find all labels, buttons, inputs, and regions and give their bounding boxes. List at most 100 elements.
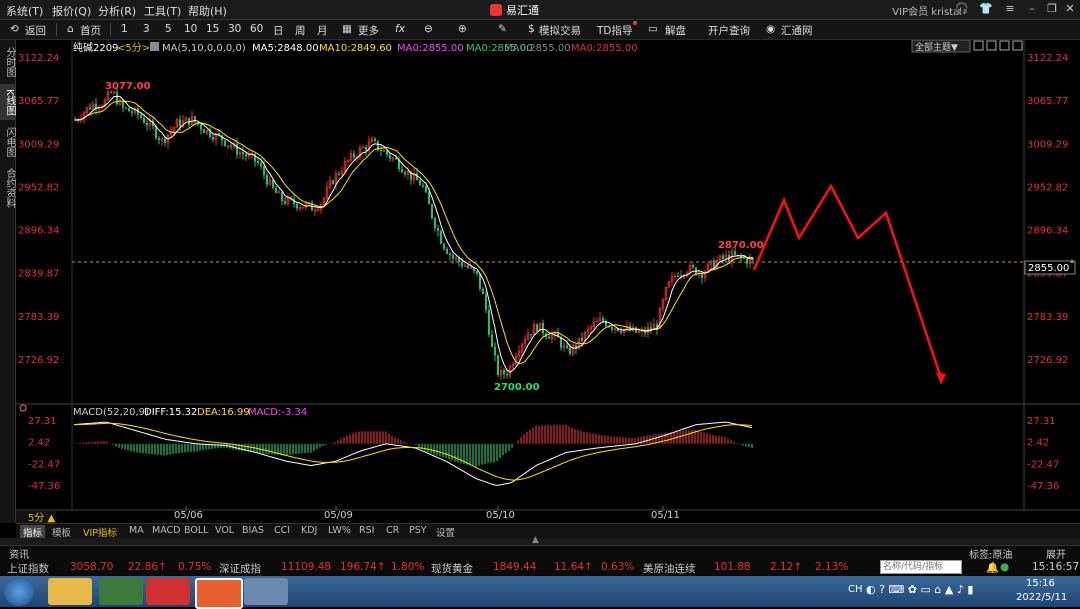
tab-template[interactable]: 模板 [52, 525, 71, 539]
period-3[interactable]: 3 [143, 23, 150, 35]
price-tick-right: 2726.92 [1027, 355, 1068, 366]
settings-icon[interactable] [150, 42, 159, 51]
menu-quote[interactable]: 报价(Q) [52, 3, 91, 19]
menu-system[interactable]: 系统(T) [6, 3, 43, 19]
tab-vip-indicator[interactable]: VIP指标 [83, 525, 117, 539]
ticker-name-0[interactable]: 上证指数 [7, 561, 49, 576]
candle-body [200, 124, 202, 130]
huitong-icon[interactable]: ◉ [766, 23, 775, 35]
formula-icon[interactable]: fx [395, 23, 405, 35]
candle-body [380, 150, 382, 152]
chart-area[interactable]: 纯碱2209 <5分> MA(5,10,0,0,0,0) MA5:2848.00… [16, 40, 1080, 523]
candle-body [602, 318, 604, 321]
period-badge[interactable]: 5分 ▲ [28, 512, 56, 523]
candle-body [140, 114, 142, 118]
close-icon[interactable]: ✕ [1062, 2, 1078, 17]
menu-analysis[interactable]: 分析(R) [98, 3, 136, 19]
candle-body [476, 271, 478, 274]
td-guide-button[interactable]: TD指导 [597, 23, 633, 38]
back-button[interactable]: 返回 [25, 23, 46, 38]
tab-contract-info[interactable]: 合约资料 [0, 164, 15, 212]
open-account-button[interactable]: 开户查询 [708, 23, 750, 38]
tab-vol[interactable]: VOL [215, 525, 234, 536]
language-indicator[interactable]: CH [848, 584, 863, 595]
wechat-icon[interactable] [99, 578, 143, 605]
tab-psy[interactable]: PSY [409, 525, 427, 536]
period-10[interactable]: 10 [184, 23, 197, 35]
menu-icon[interactable]: ≡ [1002, 2, 1018, 17]
headset-icon[interactable]: 🎧 [954, 2, 970, 17]
candle-body [257, 161, 259, 164]
minimize-icon[interactable]: – [1024, 2, 1040, 17]
home-button[interactable]: 首页 [80, 23, 101, 38]
user-info: VIP会员 kristal [892, 7, 962, 18]
ticker-name-3[interactable]: 美原油连续 [643, 561, 696, 576]
period-month[interactable]: 月 [317, 23, 328, 38]
restore-icon[interactable]: ❐ [1044, 2, 1060, 17]
tab-kdj[interactable]: KDJ [301, 525, 317, 536]
more-button[interactable]: 更多 [358, 23, 379, 38]
candle-body [506, 373, 508, 375]
zoom-out-icon[interactable]: ⊖ [424, 23, 433, 35]
tab-indicator[interactable]: 指标 [20, 525, 46, 539]
tray-icons[interactable]: ◐ ? ⌨ ✿ ▭ ⌂ ▲ ♪ ▮ [866, 583, 973, 596]
tab-timeshare[interactable]: 分时图 [0, 44, 15, 80]
period-day[interactable]: 日 [273, 23, 284, 38]
shirt-icon[interactable]: 👕 [978, 2, 994, 17]
tab-macd[interactable]: MACD [152, 525, 180, 536]
home-icon[interactable]: ⌂ [67, 23, 74, 35]
candle-body [461, 261, 463, 267]
yihuitong-icon[interactable] [195, 578, 243, 609]
ma10-value: MA10:2849.60 [319, 43, 392, 54]
tab-cci[interactable]: CCI [274, 525, 290, 536]
period-5[interactable]: 5 [165, 23, 172, 35]
tab-ma[interactable]: MA [129, 525, 144, 536]
theme-button[interactable]: 全部主题▼ [915, 41, 958, 53]
period-30[interactable]: 30 [228, 23, 241, 35]
menu-tools[interactable]: 工具(T) [144, 3, 181, 19]
search-input[interactable] [880, 560, 962, 574]
dollar-icon[interactable]: $ [528, 23, 535, 35]
bell-icon[interactable]: 🔔 [986, 561, 999, 574]
period-15[interactable]: 15 [206, 23, 219, 35]
candle-body [194, 116, 196, 123]
period-60[interactable]: 60 [250, 23, 263, 35]
tab-boll[interactable]: BOLL [184, 525, 208, 536]
tab-flash[interactable]: 闪电图 [0, 124, 15, 160]
chat-icon[interactable]: ▭ [648, 23, 658, 35]
ticker-name-2[interactable]: 现货黄金 [431, 561, 473, 576]
back-icon[interactable]: ⟲ [10, 23, 19, 35]
start-button[interactable] [4, 577, 34, 606]
tab-rsi[interactable]: RSI [359, 525, 374, 536]
candle-body [743, 257, 745, 259]
tab-lw[interactable]: LW% [328, 525, 351, 536]
collapse-arrow-icon[interactable]: ▲ [532, 535, 539, 545]
tab-settings[interactable]: 设置 [436, 525, 455, 539]
wps-icon[interactable] [146, 578, 190, 605]
zoom-in-icon[interactable]: ⊕ [458, 23, 467, 35]
huitong-button[interactable]: 汇通网 [781, 23, 813, 38]
tab-bias[interactable]: BIAS [242, 525, 264, 536]
ticker-name-1[interactable]: 深证成指 [219, 561, 261, 576]
candle-body [395, 158, 397, 160]
scroll-strip[interactable]: ▲ [0, 535, 1080, 545]
menu-help[interactable]: 帮助(H) [188, 3, 227, 19]
ticker-price-3: 101.88 [714, 561, 751, 573]
tab-kline[interactable]: K线图 [0, 84, 15, 120]
candle-body [386, 150, 388, 155]
candle-body [677, 275, 679, 277]
paint-icon[interactable] [244, 578, 288, 605]
grid-icon[interactable]: ▦ [342, 23, 352, 35]
candle-body [203, 129, 205, 133]
pen-icon[interactable]: ✎ [498, 23, 507, 35]
candle-body [404, 172, 406, 175]
analysis-button[interactable]: 解盘 [665, 23, 686, 38]
tab-cr[interactable]: CR [386, 525, 399, 536]
period-week[interactable]: 周 [295, 23, 306, 38]
high-price-label: 3077.00 [105, 81, 151, 92]
ma0-value-4: MA0:2855.00 [571, 43, 638, 54]
explorer-icon[interactable] [48, 578, 92, 605]
period-1[interactable]: 1 [121, 23, 128, 35]
sim-trade-button[interactable]: 模拟交易 [539, 23, 581, 38]
macd-title: MACD(52,20,9) [73, 407, 149, 418]
